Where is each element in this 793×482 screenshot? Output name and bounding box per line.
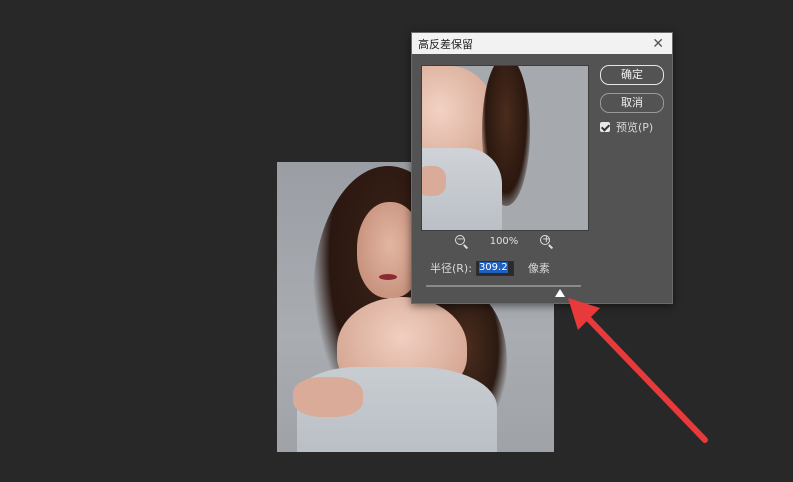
- preview-checkbox-row[interactable]: 预览(P): [600, 119, 653, 135]
- filter-preview[interactable]: [421, 65, 589, 231]
- radius-unit: 像素: [527, 262, 550, 275]
- preview-hand: [422, 166, 446, 196]
- high-pass-dialog: 高反差保留 ✕ − 100% + 半径(R): 309.2 像素 确定 取消 预…: [411, 32, 673, 304]
- preview-label: 预览(P): [616, 121, 654, 134]
- zoom-level: 100%: [489, 236, 519, 247]
- dialog-title: 高反差保留: [418, 37, 473, 51]
- radius-value: 309.2: [478, 261, 508, 273]
- ok-button[interactable]: 确定: [600, 65, 664, 85]
- radius-label: 半径(R):: [430, 262, 472, 275]
- close-icon[interactable]: ✕: [652, 36, 664, 52]
- annotation-arrow: [568, 298, 708, 443]
- photo-hand: [293, 377, 363, 417]
- radius-slider-track[interactable]: [426, 285, 581, 287]
- zoom-out-icon[interactable]: −: [454, 234, 468, 249]
- dialog-titlebar[interactable]: 高反差保留 ✕: [412, 33, 672, 54]
- radius-row: 半径(R): 309.2 像素: [430, 260, 550, 276]
- cancel-button[interactable]: 取消: [600, 93, 664, 113]
- preview-checkbox[interactable]: [600, 122, 610, 132]
- zoom-controls: − 100% +: [421, 234, 587, 249]
- radius-input[interactable]: 309.2: [475, 260, 514, 276]
- photo-lips: [379, 274, 397, 280]
- zoom-in-icon[interactable]: +: [540, 234, 554, 249]
- arrow-shaft: [577, 307, 708, 443]
